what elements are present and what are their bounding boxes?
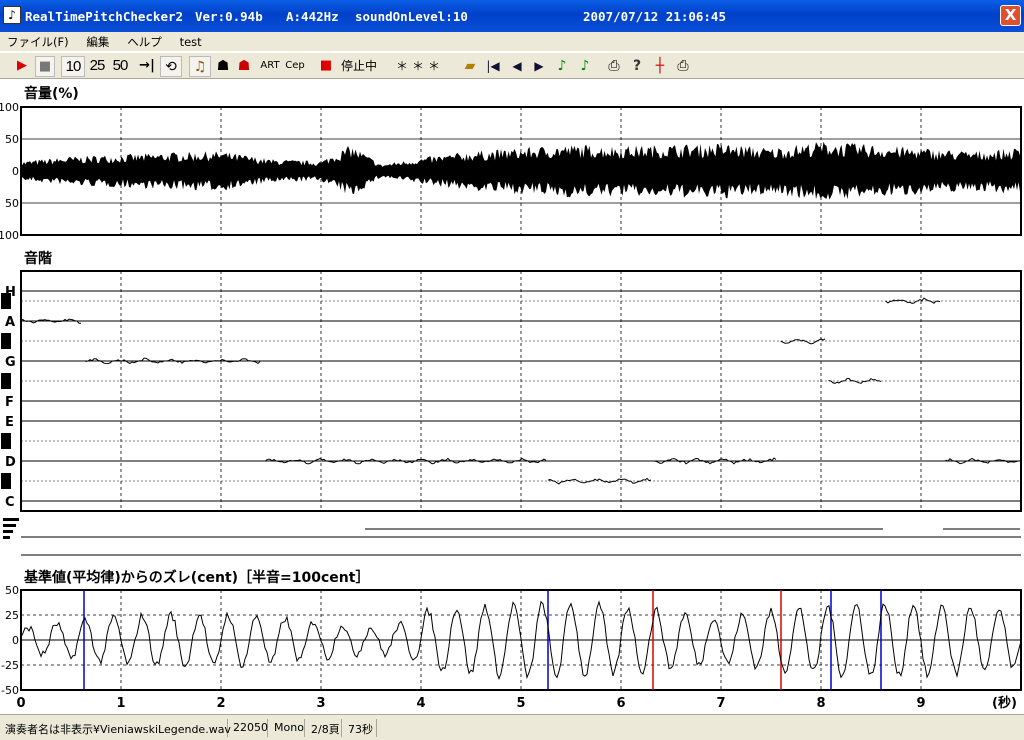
status-file: 演奏者名は非表示¥VieniawskiLegende.wav [2, 719, 231, 737]
scale-note-label: D [5, 455, 16, 470]
cep-button[interactable]: Cep [283, 56, 307, 77]
stop-icon[interactable]: ■ [35, 56, 55, 77]
version-label: Ver:0.94b [195, 9, 263, 24]
strip-row-marker [3, 536, 10, 539]
scale-panel-title: 音階 [24, 250, 52, 267]
piano-black-key [1, 333, 11, 349]
volume-y-tick: 100 [0, 101, 19, 114]
strip-row-marker [3, 524, 16, 527]
volume-y-tick: 0 [12, 165, 19, 178]
speed-50-button[interactable]: 50 [109, 56, 131, 77]
current-note-display: ＊＊＊ [395, 59, 444, 73]
note-alt-icon[interactable]: ♪ [575, 56, 595, 77]
help-icon[interactable]: ? [627, 56, 647, 77]
scale-note-label: E [5, 415, 14, 430]
cent-y-ticks: 50250-25-50 [1, 584, 19, 697]
time-axis-tick: 2 [216, 696, 225, 711]
status-duration: 73秒 [345, 719, 377, 737]
datetime-label: 2007/07/12 21:06:45 [583, 9, 726, 24]
title-bar: ♪ RealTimePitchChecker2 Ver:0.94b A:442H… [0, 0, 1024, 32]
status-channels: Mono [271, 719, 305, 737]
loop-icon[interactable]: ⟲ [160, 56, 182, 77]
volume-panel-title: 音量(%) [24, 85, 79, 102]
menu-file[interactable]: ファイル(F) [0, 32, 76, 50]
close-button[interactable]: X [1000, 5, 1021, 26]
time-axis-tick: 9 [916, 696, 925, 711]
cent-y-tick: 50 [5, 584, 19, 597]
print-setup-icon[interactable]: ⎙ [673, 56, 693, 77]
open-folder-icon[interactable]: ▰ [460, 56, 480, 77]
cent-y-tick: 25 [5, 609, 19, 622]
recording-stop-icon: ■ [319, 58, 333, 73]
strip-row-marker [3, 518, 19, 521]
volume-y-tick: 100 [0, 229, 19, 242]
app-icon[interactable]: ♪ [3, 6, 21, 24]
player-icon[interactable]: ☗ [213, 56, 233, 77]
next-page-icon[interactable]: ▶ [529, 56, 549, 77]
speed-10-button[interactable]: 10 [61, 56, 85, 77]
menu-help[interactable]: ヘルプ [120, 32, 169, 50]
volume-y-tick: 50 [5, 197, 19, 210]
status-stopped-label: 停止中 [340, 59, 377, 73]
status-page: 2/8頁 [308, 719, 342, 737]
piano-black-key [1, 373, 11, 389]
menu-test[interactable]: test [173, 33, 209, 49]
art-button[interactable]: ART [258, 56, 282, 77]
cent-y-tick: 0 [12, 634, 19, 647]
cent-y-tick: -25 [1, 659, 19, 672]
time-axis-tick: 5 [516, 696, 525, 711]
prev-page-icon[interactable]: ◀ [507, 56, 527, 77]
scale-note-label: A [5, 315, 15, 330]
toolbar: ▶ ■ 10 25 50 →| ⟲ ♫ ☗ ☗ ART Cep ■ 停止中 ＊＊… [0, 53, 1024, 79]
speed-25-button[interactable]: 25 [86, 56, 108, 77]
time-axis-unit-label: (秒) [992, 695, 1017, 711]
time-axis-tick: 3 [316, 696, 325, 711]
volume-y-tick: 50 [5, 133, 19, 146]
scale-note-label: F [5, 395, 14, 410]
scale-note-label: H [5, 285, 16, 300]
status-sample-rate: 22050 [230, 719, 268, 737]
violin-icon[interactable]: ♫ [189, 56, 211, 77]
piano-black-key [1, 433, 11, 449]
first-page-icon[interactable]: |◀ [483, 56, 503, 77]
analysis-chart-area: 音量(%) 10050050100 音階 HAGFEDC 基準値(平均律)からの… [0, 85, 1022, 711]
scale-note-label: C [5, 495, 15, 510]
time-axis-tick: 6 [616, 696, 625, 711]
volume-y-ticks: 100 50 0 50 100 [0, 101, 19, 242]
print-icon[interactable]: ⎙ [604, 56, 624, 77]
time-axis-tick: 7 [716, 696, 725, 711]
jump-end-icon[interactable]: →| [137, 56, 157, 77]
strip-row-marker [3, 530, 13, 533]
time-axis-tick: 1 [116, 696, 125, 711]
time-axis-tick: 8 [816, 696, 825, 711]
time-axis-tick: 0 [16, 696, 25, 711]
status-bar: 演奏者名は非表示¥VieniawskiLegende.wav 22050 Mon… [0, 714, 1024, 740]
play-icon[interactable]: ▶ [12, 56, 32, 77]
note-activity-strip [3, 518, 1021, 556]
cent-panel-title: 基準値(平均律)からのズレ(cent)［半音=100cent］ [24, 569, 369, 586]
time-axis-ticks: 0 1 2 3 4 5 6 7 8 9 [16, 696, 925, 711]
a-frequency-label: A:442Hz [286, 9, 339, 24]
scale-note-label: G [5, 355, 16, 370]
sound-on-level-label: soundOnLevel:10 [355, 9, 468, 24]
piano-black-key [1, 473, 11, 489]
note-icon[interactable]: ♪ [552, 56, 572, 77]
menu-edit[interactable]: 編集 [79, 32, 116, 50]
app-name: RealTimePitchChecker2 [25, 9, 184, 24]
player-red-icon[interactable]: ☗ [234, 56, 254, 77]
menu-bar: ファイル(F) 編集 ヘルプ test [0, 32, 1024, 52]
time-axis-tick: 4 [416, 696, 425, 711]
marker-icon[interactable]: ┼ [650, 56, 670, 77]
